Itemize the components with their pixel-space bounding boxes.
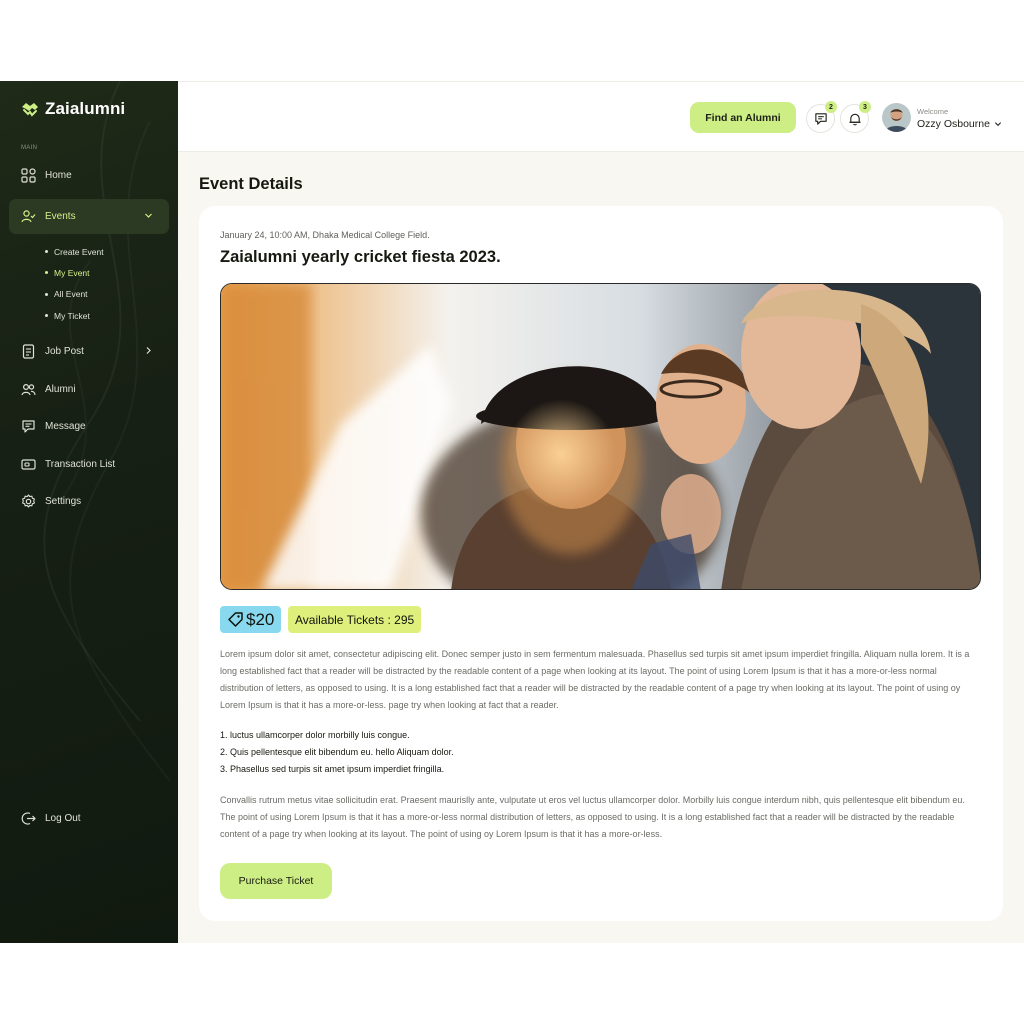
event-description-secondary: Convallis rutrum metus vitae sollicitudi… (220, 795, 965, 839)
sidebar-item-events[interactable]: Events (9, 199, 169, 234)
sidebar-item-label: Settings (45, 496, 82, 507)
submenu-item-label: Create Event (54, 246, 104, 257)
logout-icon (21, 812, 36, 825)
message-icon (814, 112, 827, 125)
messages-button[interactable]: 2 (806, 101, 837, 133)
document-icon (22, 344, 35, 359)
sidebar-section-label: MAIN (21, 145, 38, 151)
submenu-item-create-event[interactable]: Create Event (45, 241, 104, 262)
sidebar-item-settings[interactable]: Settings (9, 484, 169, 519)
user-menu[interactable]: Ozzy Osbourne (917, 118, 1002, 130)
brand-name: Zaialumni (45, 99, 126, 118)
sidebar-item-label: Job Post (45, 346, 84, 357)
gear-icon (22, 494, 35, 508)
event-title: Zaialumni yearly cricket fiesta 2023. (220, 248, 501, 266)
avatar-image (882, 103, 911, 132)
sidebar-item-transaction-list[interactable]: Transaction List (9, 447, 169, 482)
ticket-tag-icon (228, 612, 243, 627)
sidebar-item-label: Transaction List (45, 459, 116, 470)
sidebar-item-label: Alumni (45, 384, 76, 395)
welcome-label: Welcome (917, 107, 949, 116)
bullet-dot (45, 314, 48, 318)
event-highlights-list: 1. luctus ullamcorper dolor morbilly lui… (220, 727, 454, 778)
event-meta: January 24, 10:00 AM, Dhaka Medical Coll… (220, 230, 430, 240)
events-submenu: Create Event My Event All Event My Ticke… (45, 241, 104, 326)
chevron-down-icon (994, 122, 1001, 127)
price-value: $20 (246, 609, 275, 629)
list-item: 1. luctus ullamcorper dolor morbilly lui… (220, 730, 410, 740)
event-details-card: January 24, 10:00 AM, Dhaka Medical Coll… (199, 206, 1003, 921)
sidebar-item-label: Events (45, 211, 76, 222)
available-tickets-badge: Available Tickets : 295 (288, 606, 422, 633)
bullet-dot (45, 292, 48, 296)
logout-button[interactable]: Log Out (9, 801, 169, 836)
sidebar: Zaialumni MAIN Home Events Create Event … (0, 81, 178, 943)
event-description: Lorem ipsum dolor sit amet, consectetur … (220, 649, 970, 710)
users-icon (21, 383, 36, 396)
chevron-right-icon[interactable] (144, 346, 153, 355)
bullet-dot (45, 250, 48, 254)
message-icon (22, 420, 35, 433)
wallet-icon (21, 459, 36, 470)
handshake-logo-icon (22, 103, 38, 117)
page-title: Event Details (199, 175, 303, 193)
chevron-down-icon[interactable] (144, 211, 153, 220)
user-name: Ozzy Osbourne (917, 118, 990, 130)
user-event-icon (21, 210, 36, 223)
main-content: Find an Alumni 2 3 Welcome Ozzy Osbourne… (178, 81, 1024, 943)
app-root: Zaialumni MAIN Home Events Create Event … (0, 81, 1024, 943)
purchase-ticket-button[interactable]: Purchase Ticket (220, 863, 332, 899)
submenu-item-label: My Ticket (54, 310, 90, 321)
event-photo (221, 284, 980, 589)
list-item: 2. Quis pellentesque elit bibendum eu. h… (220, 747, 454, 757)
messages-count-badge: 2 (825, 101, 837, 113)
bullet-dot (45, 271, 48, 275)
sidebar-item-label: Message (45, 421, 86, 432)
submenu-item-label: All Event (54, 289, 88, 300)
sidebar-item-job-post[interactable]: Job Post (9, 334, 169, 369)
notifications-count-badge: 3 (859, 101, 871, 113)
submenu-item-all-event[interactable]: All Event (45, 284, 104, 305)
sidebar-item-home[interactable]: Home (9, 158, 169, 193)
price-badge: $20 (220, 606, 282, 633)
brand-logo[interactable]: Zaialumni (20, 99, 125, 119)
grid-icon (21, 168, 36, 183)
event-hero-image (220, 283, 981, 590)
submenu-item-my-ticket[interactable]: My Ticket (45, 305, 104, 326)
sidebar-item-message[interactable]: Message (9, 409, 169, 444)
top-bar: Find an Alumni 2 3 Welcome Ozzy Osbourne (178, 81, 1024, 152)
find-alumni-button[interactable]: Find an Alumni (690, 102, 796, 133)
notifications-button[interactable]: 3 (840, 101, 871, 133)
list-item: 3. Phasellus sed turpis sit amet ipsum i… (220, 764, 445, 774)
submenu-item-label: My Event (54, 267, 90, 278)
bell-icon (848, 113, 861, 125)
submenu-item-my-event[interactable]: My Event (45, 262, 104, 283)
sidebar-item-label: Home (45, 170, 72, 181)
user-avatar[interactable] (882, 103, 911, 132)
sidebar-item-alumni[interactable]: Alumni (9, 372, 169, 407)
logout-label: Log Out (45, 813, 81, 824)
